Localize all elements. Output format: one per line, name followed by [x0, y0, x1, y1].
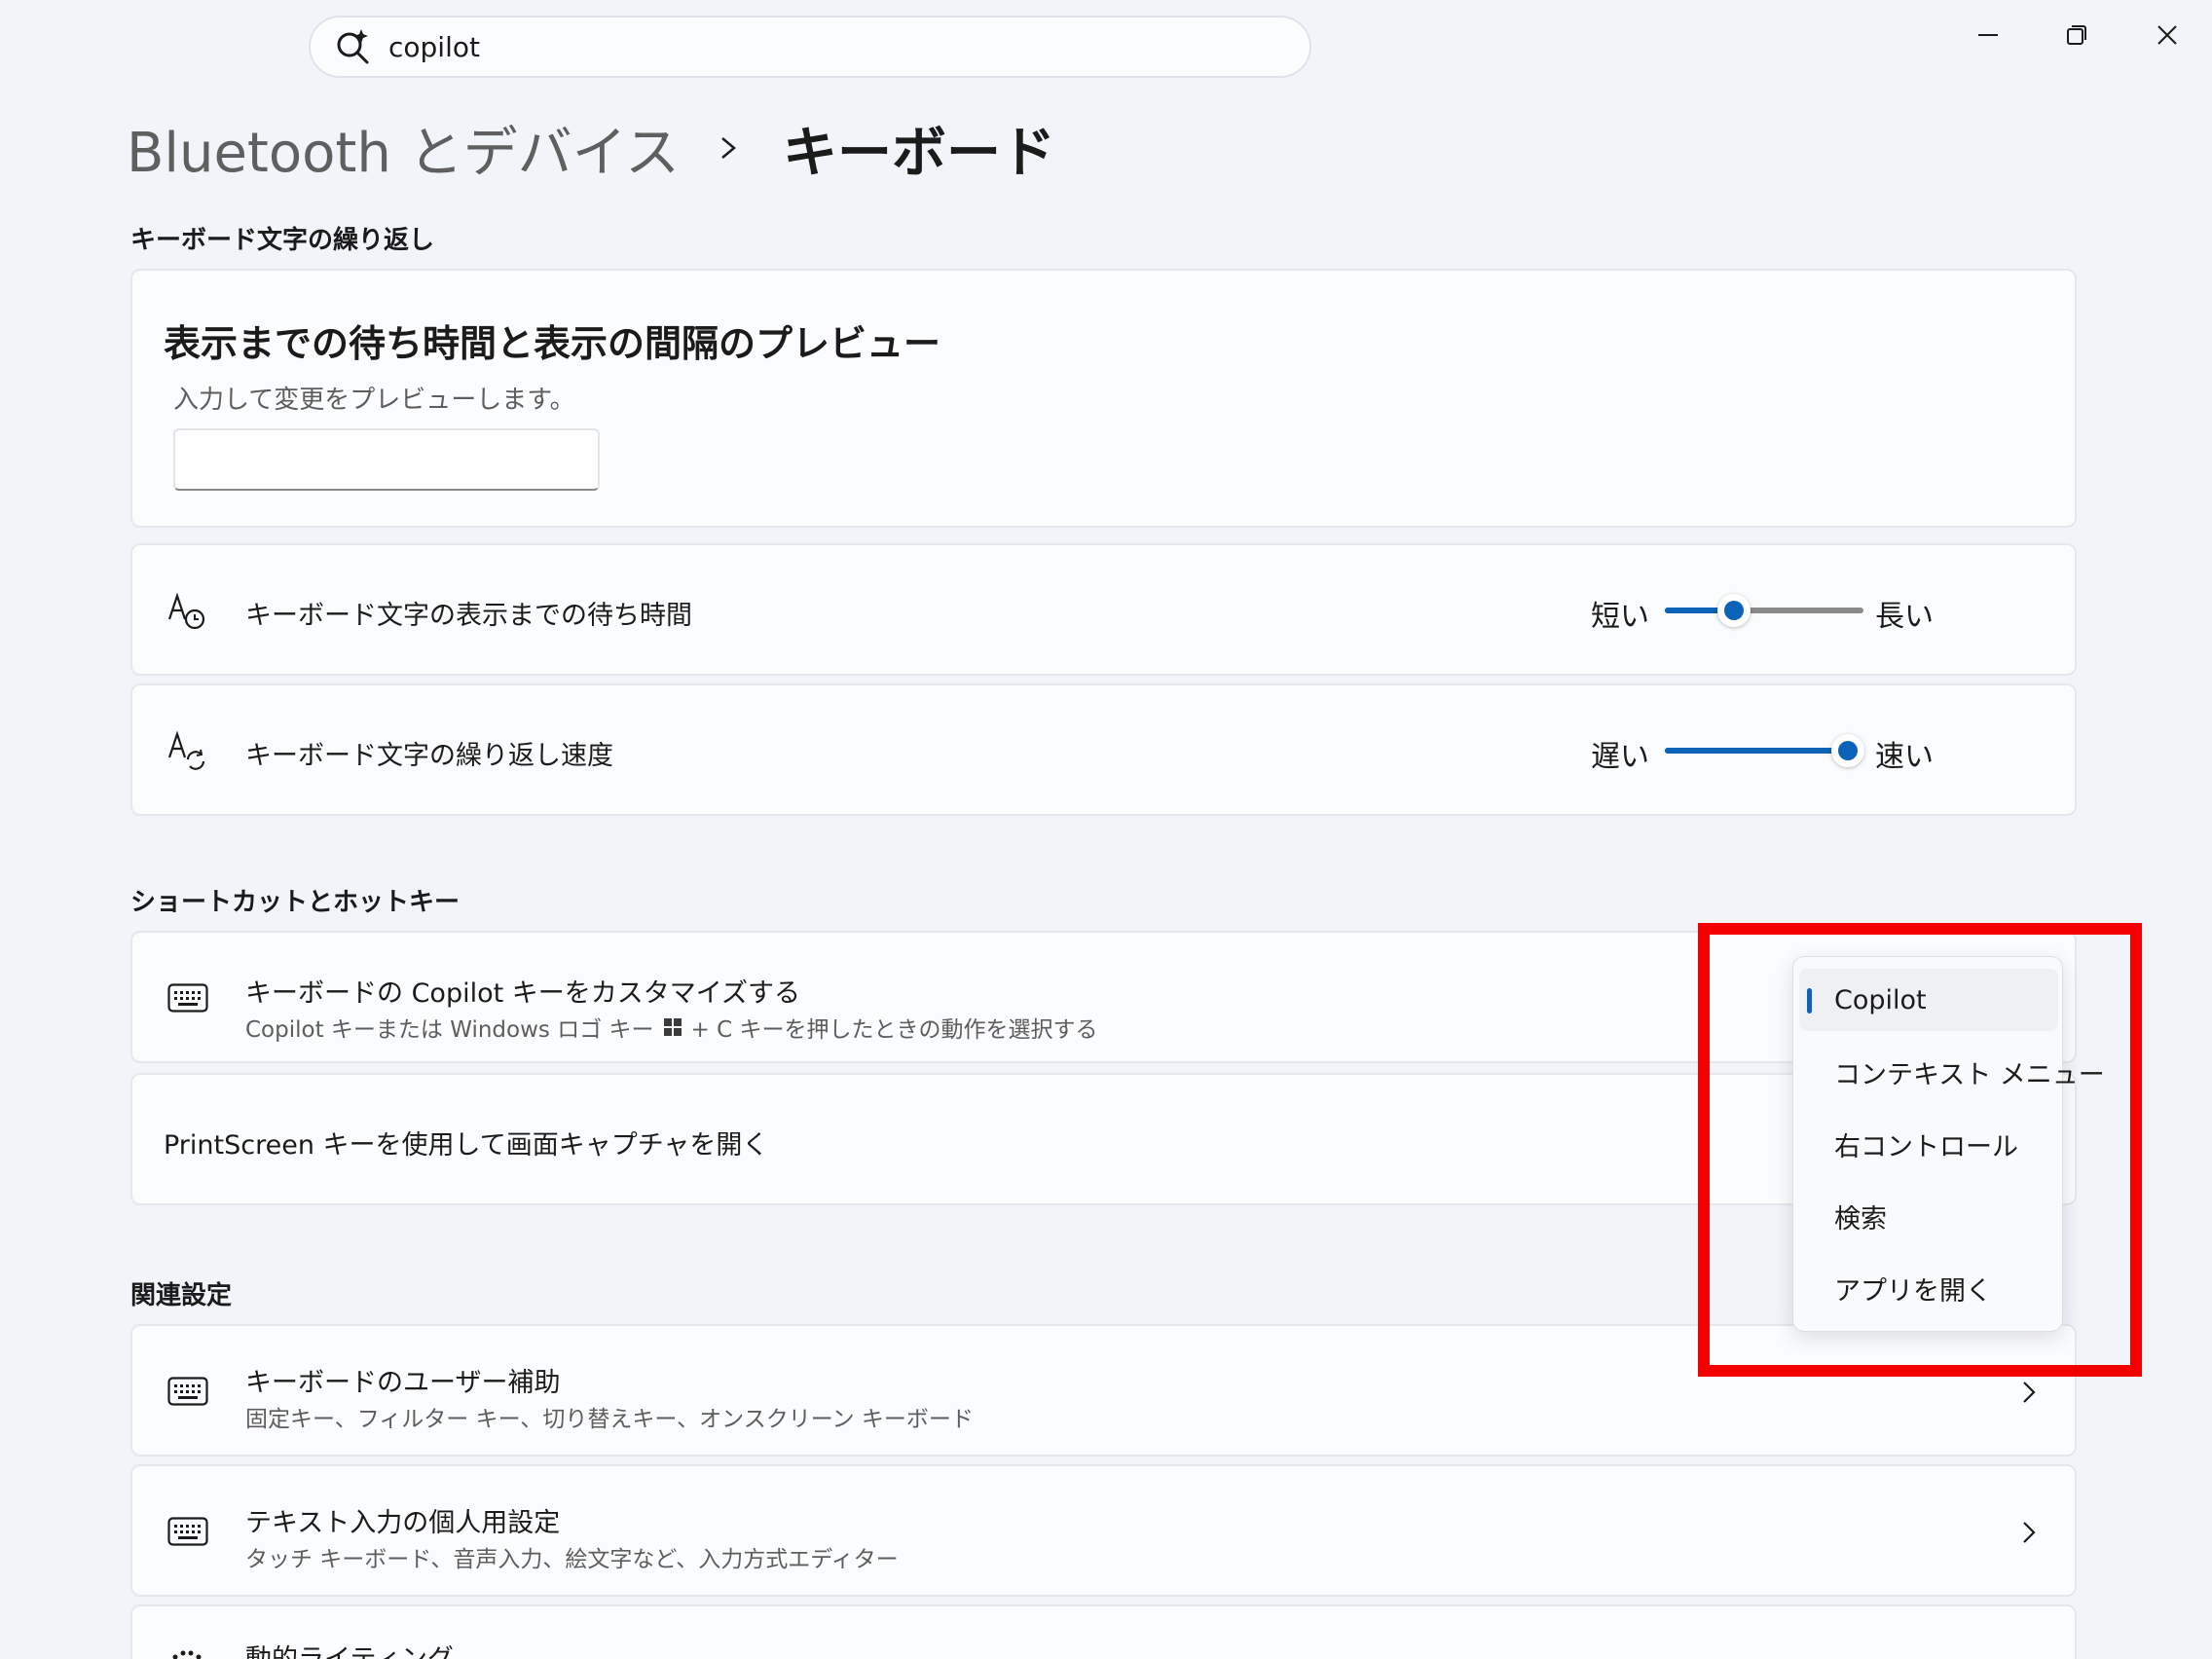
- related-title: キーボードのユーザー補助: [245, 1368, 561, 1398]
- preview-description: 入力して変更をプレビューします。: [173, 386, 575, 415]
- delay-slider-thumb[interactable]: [1717, 594, 1751, 627]
- maximize-button[interactable]: [2030, 8, 2123, 62]
- breadcrumb: Bluetooth とデバイス キーボード: [127, 109, 1055, 187]
- breadcrumb-parent[interactable]: Bluetooth とデバイス: [127, 109, 680, 188]
- copilot-key-subtitle-prefix: Copilot キーまたは Windows ロゴ キー: [245, 1017, 654, 1043]
- keyboard-icon: [167, 1377, 208, 1406]
- rate-slider-fill: [1665, 748, 1848, 754]
- character-repeat-icon: [167, 730, 205, 770]
- related-title: テキスト入力の個人用設定: [245, 1508, 561, 1538]
- printscreen-title: PrintScreen キーを使用して画面キャプチャを開く: [164, 1130, 769, 1161]
- highlight-annotation-box: [1698, 923, 2142, 1377]
- preview-input[interactable]: [173, 428, 600, 491]
- rate-slider[interactable]: [1665, 734, 1864, 767]
- delay-max-label: 長い: [1875, 600, 1934, 634]
- rate-slider-thumb[interactable]: [1830, 734, 1864, 767]
- section-title-shortcuts: ショートカットとホットキー: [130, 888, 461, 917]
- related-row-dynamic-lighting[interactable]: 動的ライティング: [130, 1604, 2077, 1659]
- search-box[interactable]: [309, 16, 1311, 78]
- related-title: 動的ライティング: [245, 1638, 454, 1659]
- delay-slider[interactable]: [1665, 594, 1863, 627]
- related-subtitle: 固定キー、フィルター キー、切り替えキー、オンスクリーン キーボード: [245, 1407, 974, 1432]
- rate-row: キーボード文字の繰り返し速度 遅い 速い: [130, 683, 2077, 816]
- preview-card: 表示までの待ち時間と表示の間隔のプレビュー 入力して変更をプレビューします。: [130, 269, 2077, 528]
- minimize-button[interactable]: [1941, 8, 2035, 62]
- related-subtitle: タッチ キーボード、音声入力、絵文字など、入力方式エディター: [245, 1547, 899, 1572]
- chevron-right-icon: [2023, 1522, 2036, 1543]
- section-title-repeat: キーボード文字の繰り返し: [130, 226, 435, 255]
- delay-row: キーボード文字の表示までの待ち時間 短い 長い: [130, 543, 2077, 676]
- delay-min-label: 短い: [1591, 600, 1649, 634]
- copilot-key-subtitle-suffix: + C キーを押したときの動作を選択する: [690, 1017, 1098, 1043]
- copilot-key-subtitle: Copilot キーまたは Windows ロゴ キー + C キーを押したとき…: [245, 1011, 1097, 1044]
- delay-label: キーボード文字の表示までの待ち時間: [245, 601, 692, 631]
- character-clock-icon: [167, 592, 205, 630]
- rate-label: キーボード文字の繰り返し速度: [245, 741, 613, 771]
- section-title-related: 関連設定: [130, 1281, 233, 1310]
- keyboard-icon: [167, 983, 208, 1013]
- copilot-key-title: キーボードの Copilot キーをカスタマイズする: [245, 978, 800, 1009]
- restore-icon: [2067, 25, 2086, 45]
- rate-min-label: 遅い: [1591, 740, 1649, 774]
- rate-max-label: 速い: [1875, 740, 1934, 774]
- copilot-search-icon: [337, 29, 369, 64]
- close-button[interactable]: [2120, 8, 2212, 62]
- page-title: キーボード: [782, 121, 1055, 185]
- lighting-icon: [172, 1650, 202, 1659]
- search-input[interactable]: [388, 30, 1265, 63]
- close-icon: [2157, 25, 2177, 45]
- minimize-icon: [1978, 34, 1998, 36]
- windows-logo-icon: [663, 1018, 682, 1036]
- chevron-right-icon: [2023, 1382, 2036, 1403]
- keyboard-icon: [167, 1517, 208, 1546]
- preview-heading: 表示までの待ち時間と表示の間隔のプレビュー: [164, 322, 941, 365]
- related-row-text-input[interactable]: テキスト入力の個人用設定 タッチ キーボード、音声入力、絵文字など、入力方式エデ…: [130, 1464, 2077, 1597]
- breadcrumb-chevron-icon: [721, 137, 736, 159]
